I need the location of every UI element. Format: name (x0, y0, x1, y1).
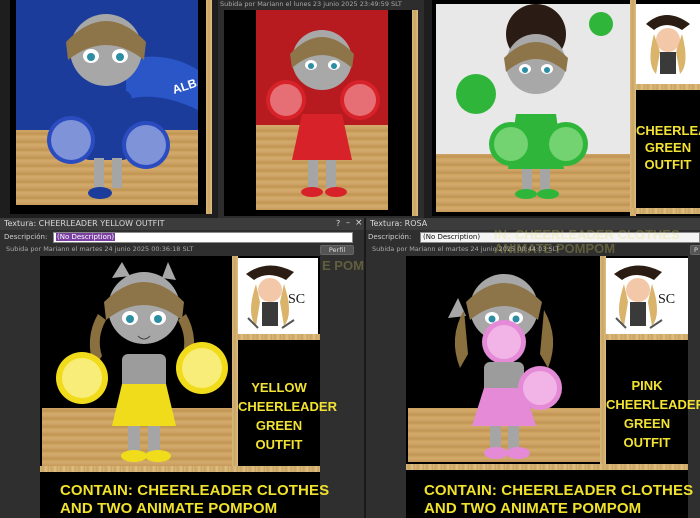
texture-window-yellow: Textura: CHEERLEADER YELLOW OUTFIT ? – ×… (0, 218, 364, 518)
description-field[interactable]: (No Description) (53, 232, 353, 243)
sign-line: YELLOW (251, 380, 307, 395)
green-photo (436, 4, 636, 212)
uploaded-label: Subida por Mariann el martes 24 junio 20… (6, 245, 194, 253)
uploaded-label: Subida por Mariann el lunes 23 junio 202… (220, 0, 402, 8)
sign-line: CHEERLEADER (636, 123, 700, 138)
wood-border (636, 84, 700, 90)
contain-line: CONTAIN: CHEERLEADER CLOTHES (424, 482, 694, 499)
description-value: (No Description) (56, 233, 116, 241)
sign-text: CHEERLEADER GREEN OUTFIT (636, 122, 700, 173)
red-photo (256, 10, 388, 210)
contain-text: CONTAIN: CHEERLEADER CLOTHES AND TWO ANI… (60, 482, 329, 518)
sign-line: PINK (631, 378, 663, 393)
ghost-text: IN: CHEERLEADER CLOTHES ANIMATE POMPOM (494, 228, 680, 256)
ghost-line: IN: CHEERLEADER CLOTHES (494, 227, 680, 242)
profile-button[interactable]: Perfil (320, 245, 354, 255)
texture-blue-cheerleader: ALBA (10, 0, 212, 214)
window-title: Textura: CHEERLEADER YELLOW OUTFIT (4, 219, 165, 228)
wood-border (412, 10, 418, 216)
sign-text: YELLOW CHEERLEADER GREEN OUTFIT (238, 378, 337, 454)
texture-image: SC YELLOW CHEERLEADER GREEN OUTFIT CONTA… (40, 256, 337, 518)
contain-line: AND TWO ANIMATE POMPOM (424, 500, 642, 517)
wood-border (206, 0, 212, 214)
description-label: Descripción: (4, 233, 48, 241)
texture-window-pink: Textura: ROSA Descripción: (No Descripti… (364, 218, 700, 518)
sc-logo-small (636, 4, 700, 84)
sign-line: GREEN OUTFIT (255, 418, 303, 452)
wood-border (40, 466, 320, 472)
sign-line: CHEERLEADER (606, 397, 700, 412)
wood-border (406, 464, 688, 470)
sign-line: GREEN OUTFIT (644, 140, 692, 172)
red-frame (224, 10, 418, 216)
sign-text: PINK CHEERLEADER GREEN OUTFIT (606, 376, 700, 452)
yellow-photo (42, 258, 232, 466)
blue-photo: ALBA (16, 0, 198, 205)
contain-line: AND TWO ANIMATE POMPOM (60, 500, 278, 517)
pink-photo (408, 258, 600, 462)
contain-line: CONTAIN: CHEERLEADER CLOTHES (60, 482, 330, 499)
texture-image: SC PINK CHEERLEADER GREEN OUTFIT CONTAIN… (406, 256, 700, 518)
ghost-line: ANIMATE POMPOM (494, 241, 616, 256)
close-button[interactable]: × (355, 218, 363, 228)
wood-border (632, 208, 700, 214)
wood-border (236, 334, 320, 340)
description-value: (No Description) (423, 233, 481, 241)
sc-logo: SC (238, 258, 318, 334)
window-titlebar[interactable]: Textura: CHEERLEADER YELLOW OUTFIT (0, 218, 364, 230)
sign-line: GREEN OUTFIT (623, 416, 671, 450)
sc-logo-text: SC (288, 292, 306, 307)
window-title: Textura: ROSA (370, 219, 428, 228)
sign-line: CHEERLEADER (238, 399, 337, 414)
sc-logo: SC (606, 258, 688, 334)
contain-text: CONTAIN: CHEERLEADER CLOTHES AND TWO ANI… (424, 482, 693, 518)
wood-border (604, 334, 688, 340)
description-label: Descripción: (368, 233, 412, 241)
profile-button[interactable]: P (690, 245, 700, 255)
ghost-text: E POM (322, 258, 364, 273)
sc-logo-text: SC (658, 292, 676, 307)
window-divider (364, 218, 366, 518)
texture-green-cheerleader: CHEERLEADER GREEN OUTFIT (432, 0, 700, 216)
minimize-button[interactable]: – (346, 218, 354, 228)
help-button[interactable]: ? (336, 219, 344, 229)
texture-red-cheerleader: Subida por Mariann el lunes 23 junio 202… (218, 0, 424, 218)
